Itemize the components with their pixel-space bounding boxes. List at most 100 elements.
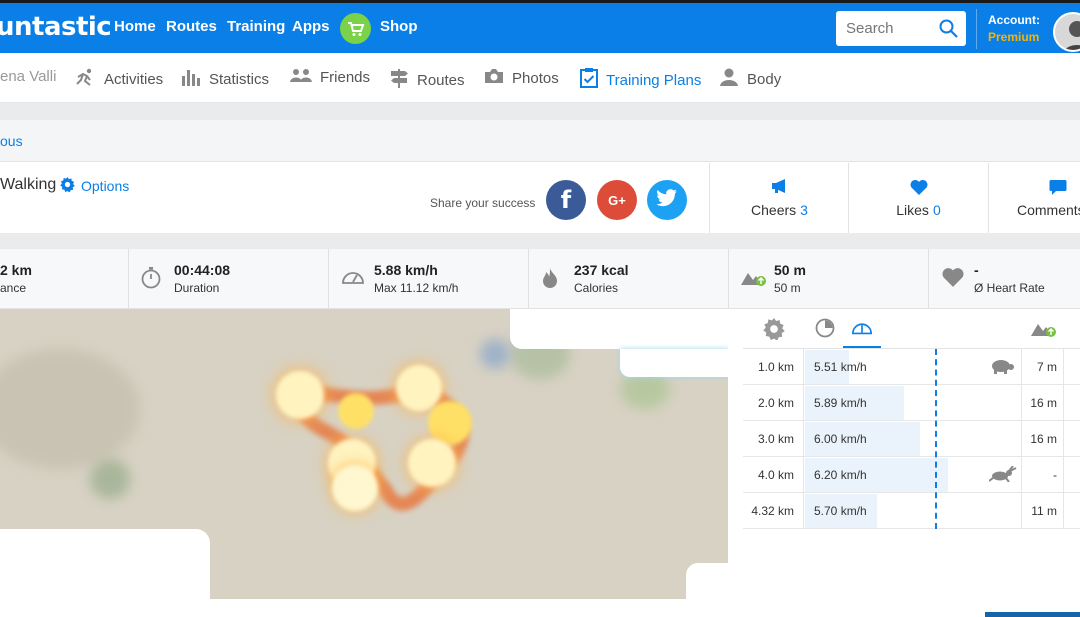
- options-label: Options: [81, 178, 130, 194]
- table-row[interactable]: 4.32 km 5.70 km/h 11 m: [743, 493, 1080, 529]
- table-row[interactable]: 1.0 km 5.51 km/h 7 m: [743, 349, 1080, 385]
- activity-title: Walking: [0, 176, 57, 193]
- split-elevation: 16 m: [1021, 421, 1064, 457]
- cheers-count: 3: [800, 202, 808, 218]
- search-box: [836, 11, 966, 46]
- twitter-icon: [656, 188, 678, 212]
- subnav-item-statistics[interactable]: Statistics: [181, 68, 269, 90]
- cheers-cell[interactable]: Cheers 3: [709, 163, 849, 233]
- gear-icon[interactable]: [763, 318, 785, 345]
- splits-table: 1.0 km 5.51 km/h 7 m 2.0 km 5.89 km/h 16 m 3.0…: [743, 309, 1080, 529]
- megaphone-icon: [771, 179, 789, 198]
- pace-tab-icon[interactable]: [815, 318, 835, 343]
- metric-value: 5.88 km/h: [374, 262, 438, 278]
- split-distance: 4.32 km: [743, 493, 804, 529]
- subnav-item-friends[interactable]: Friends: [290, 68, 370, 86]
- subnav-item-body[interactable]: Body: [719, 68, 781, 90]
- split-speed: 5.70 km/h: [814, 504, 867, 518]
- split-elevation: 7 m: [1021, 349, 1064, 385]
- stopwatch-icon: [141, 267, 161, 294]
- metric-heart-rate: - Ø Heart Rate: [928, 249, 1080, 309]
- account-menu[interactable]: Account: Premium: [988, 12, 1040, 46]
- likes-count: 0: [932, 202, 941, 218]
- search-input[interactable]: [836, 11, 932, 46]
- twitter-share-button[interactable]: [647, 180, 687, 220]
- speed-tab-icon[interactable]: [851, 318, 873, 341]
- metrics-row: 2 km ance 00:44:08 Duration 5.88 km/h Ma…: [0, 249, 1080, 309]
- spacer-band: [0, 103, 1080, 120]
- metric-label: ance: [0, 281, 27, 295]
- account-tier: Premium: [988, 30, 1040, 44]
- options-button[interactable]: Options: [60, 177, 129, 195]
- table-row[interactable]: 3.0 km 6.00 km/h 16 m: [743, 421, 1080, 457]
- shop-cart-icon[interactable]: [340, 13, 371, 44]
- topbar-divider: [976, 9, 977, 49]
- km-marker[interactable]: [338, 393, 374, 429]
- likes-label: Likes: [896, 202, 929, 218]
- split-speed: 5.51 km/h: [814, 360, 867, 374]
- comments-label: Comments: [1017, 202, 1080, 218]
- metric-label: Max 11.12 km/h: [374, 281, 459, 295]
- comment-bubble-icon: [1049, 179, 1067, 200]
- footer-accent: [985, 612, 1080, 617]
- subnav-item-label: Friends: [320, 68, 371, 86]
- signpost-icon: [389, 68, 409, 92]
- speedometer-icon: [341, 267, 365, 290]
- km-marker[interactable]: [408, 439, 456, 487]
- metric-calories: 237 kcal Calories: [528, 249, 729, 309]
- google-plus-share-button[interactable]: G+: [597, 180, 637, 220]
- subnav-item-routes[interactable]: Routes: [389, 68, 465, 92]
- sub-nav: ena Valli Activities Statistics Friends …: [0, 53, 1080, 103]
- top-bar: untastic Home Routes Training Apps Shop …: [0, 0, 1080, 53]
- logo[interactable]: untastic: [0, 12, 112, 42]
- split-distance: 4.0 km: [743, 457, 804, 493]
- subnav-item-label: Activities: [104, 70, 164, 88]
- person-icon: [719, 68, 739, 90]
- subnav-item-photos[interactable]: Photos: [484, 68, 559, 88]
- subnav-item-label: Routes: [417, 71, 465, 89]
- metric-distance: 2 km ance: [0, 249, 129, 309]
- nav-apps[interactable]: Apps: [292, 18, 330, 35]
- subnav-item-activities[interactable]: Activities: [74, 68, 163, 90]
- avatar[interactable]: [1053, 12, 1080, 52]
- heart-icon: [909, 179, 929, 201]
- table-row[interactable]: 2.0 km 5.89 km/h 16 m: [743, 385, 1080, 421]
- subnav-item-training-plans[interactable]: Training Plans: [580, 68, 701, 92]
- table-row[interactable]: 4.0 km 6.20 km/h -: [743, 457, 1080, 493]
- flame-icon: [541, 267, 559, 294]
- subnav-item-label: Statistics: [209, 70, 270, 88]
- search-icon[interactable]: [939, 19, 958, 43]
- profile-name[interactable]: ena Valli: [0, 68, 56, 85]
- nav-training[interactable]: Training: [227, 18, 285, 35]
- share-text: Share your success: [430, 196, 536, 210]
- nav-home[interactable]: Home: [114, 18, 156, 35]
- breadcrumb-link[interactable]: ous: [0, 133, 23, 149]
- comments-cell[interactable]: Comments: [988, 163, 1080, 233]
- facebook-icon: f: [560, 186, 572, 214]
- split-elevation: 16 m: [1021, 385, 1064, 421]
- gear-icon: [60, 177, 75, 195]
- split-elevation: 11 m: [1021, 493, 1064, 529]
- friends-icon: [290, 68, 312, 86]
- metric-value: -: [974, 262, 979, 278]
- km-marker[interactable]: [396, 365, 442, 411]
- metric-label: Duration: [174, 281, 220, 295]
- km-marker[interactable]: [332, 465, 378, 511]
- runner-icon: [74, 68, 96, 90]
- heart-icon: [941, 267, 965, 293]
- elevation-tab-icon[interactable]: [1031, 318, 1057, 343]
- likes-cell[interactable]: Likes 0: [848, 163, 988, 233]
- subnav-item-label: Training Plans: [606, 71, 702, 89]
- facebook-share-button[interactable]: f: [546, 180, 586, 220]
- nav-routes[interactable]: Routes: [166, 18, 217, 35]
- metric-value: 50 m: [774, 262, 806, 278]
- google-plus-icon: G+: [608, 192, 626, 208]
- nav-shop[interactable]: Shop: [380, 18, 418, 35]
- camera-icon: [484, 68, 504, 88]
- cheers-label: Cheers: [751, 202, 797, 218]
- km-marker[interactable]: [276, 371, 324, 419]
- metric-value: 00:44:08: [174, 262, 231, 278]
- checklist-icon: [580, 68, 598, 92]
- route-map[interactable]: [0, 309, 728, 599]
- account-label: Account:: [988, 13, 1040, 27]
